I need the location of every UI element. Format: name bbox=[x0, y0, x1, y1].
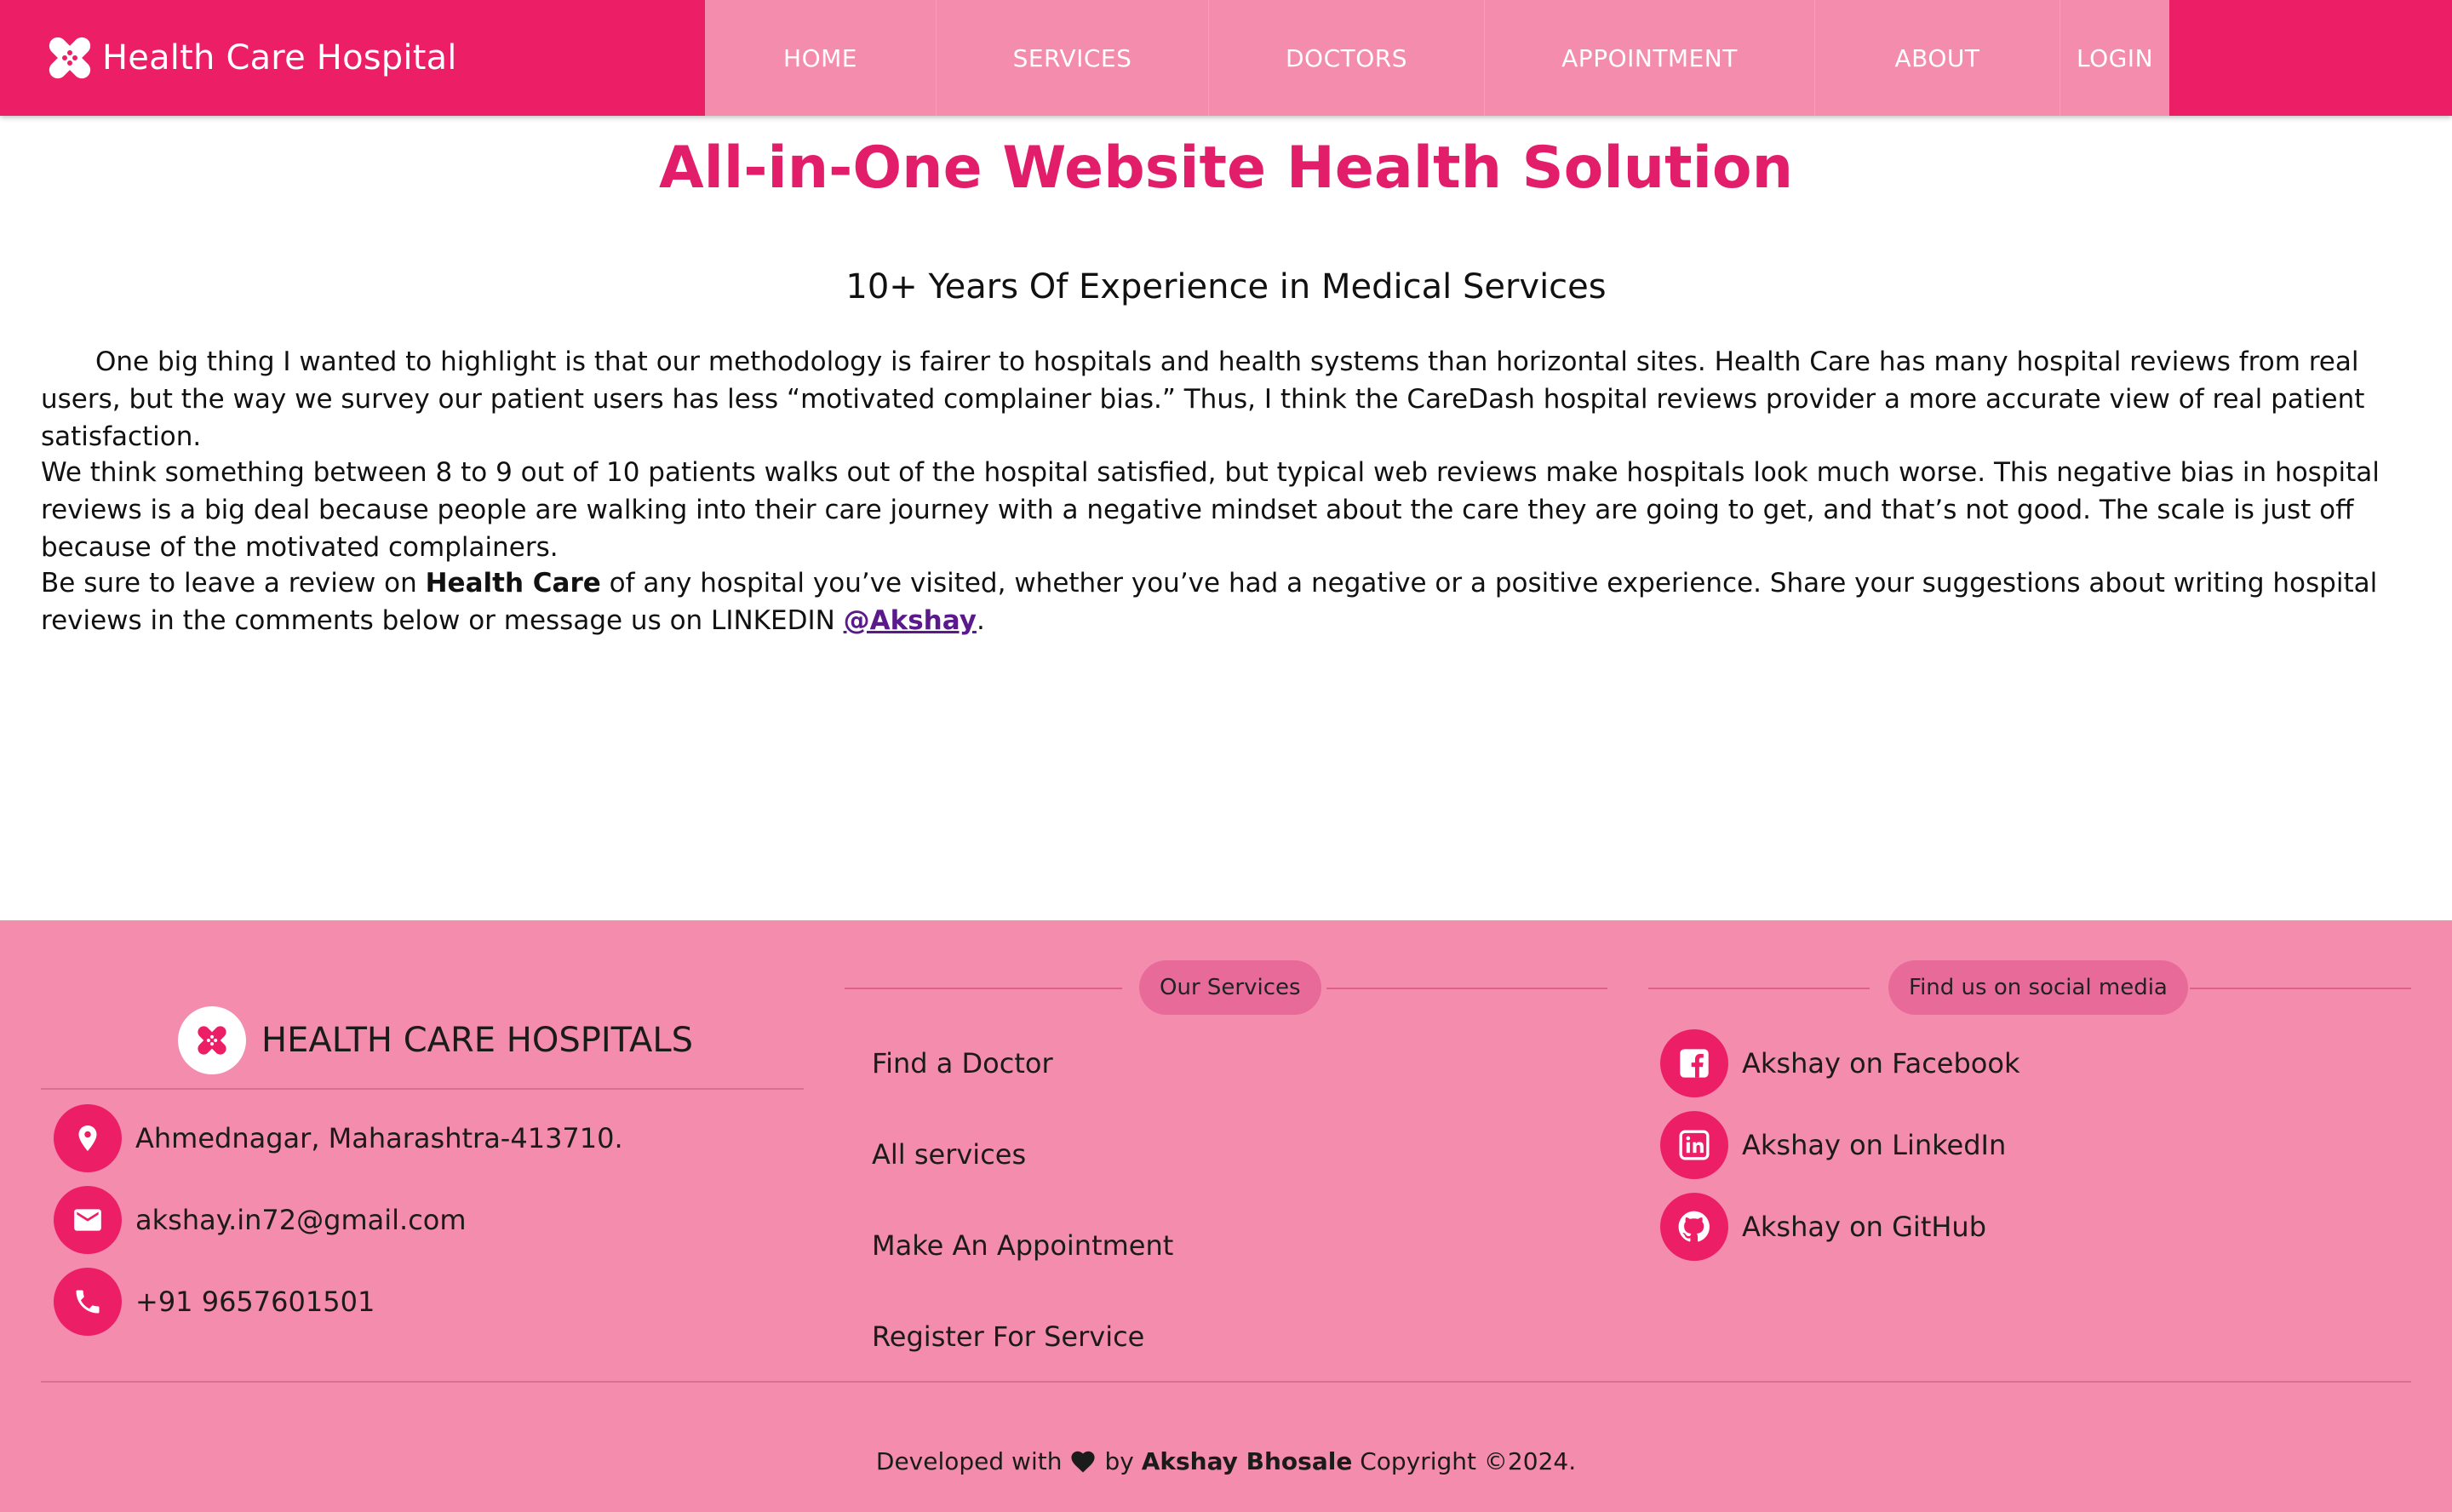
nav-home[interactable]: HOME bbox=[705, 0, 937, 116]
service-appointment-link[interactable]: Make An Appointment bbox=[872, 1229, 1173, 1262]
linkedin-link[interactable]: Akshay on LinkedIn bbox=[1660, 1111, 2006, 1179]
footer-brand: HEALTH CARE HOSPITALS bbox=[178, 1006, 693, 1074]
phone-icon bbox=[54, 1268, 122, 1336]
nav-menu: HOME SERVICES DOCTORS APPOINTMENT ABOUT … bbox=[705, 0, 2169, 116]
nav-doctors[interactable]: DOCTORS bbox=[1209, 0, 1485, 116]
intro-paragraph: One big thing I wanted to highlight is t… bbox=[41, 346, 2365, 452]
service-find-doctor-link[interactable]: Find a Doctor bbox=[872, 1047, 1053, 1080]
facebook-link[interactable]: Akshay on Facebook bbox=[1660, 1029, 2019, 1097]
contact-email[interactable]: akshay.in72@gmail.com bbox=[54, 1186, 467, 1254]
service-all-services-link[interactable]: All services bbox=[872, 1138, 1026, 1171]
location-pin-icon bbox=[54, 1104, 122, 1172]
brand-link[interactable]: Health Care Hospital bbox=[43, 31, 457, 85]
service-register-link[interactable]: Register For Service bbox=[872, 1320, 1144, 1353]
footer-logo bbox=[178, 1006, 246, 1074]
social-heading-line-left bbox=[1648, 988, 1870, 989]
review-paragraph: Be sure to leave a review on Health Care… bbox=[41, 568, 2378, 636]
nav-appointment[interactable]: APPOINTMENT bbox=[1485, 0, 1815, 116]
facebook-label: Akshay on Facebook bbox=[1742, 1047, 2020, 1080]
footer-bottom-divider bbox=[41, 1381, 2411, 1383]
github-link[interactable]: Akshay on GitHub bbox=[1660, 1193, 1986, 1261]
contact-phone[interactable]: +91 9657601501 bbox=[54, 1268, 375, 1336]
social-heading-line-right bbox=[2190, 988, 2411, 989]
social-heading: Find us on social media bbox=[1888, 960, 2188, 1015]
developer-credit: Developed with by Akshay Bhosale Copyrigh… bbox=[875, 1447, 1577, 1475]
satisfaction-paragraph: We think something between 8 to 9 out of… bbox=[41, 457, 2380, 563]
brand-name: Health Care Hospital bbox=[102, 38, 457, 77]
footer-brand-name: HEALTH CARE HOSPITALS bbox=[261, 1021, 694, 1060]
linkedin-akshay-link[interactable]: @Akshay bbox=[844, 605, 977, 636]
address-text: Ahmednagar, Maharashtra-413710. bbox=[135, 1122, 623, 1154]
linkedin-label: Akshay on LinkedIn bbox=[1742, 1129, 2007, 1161]
linkedin-icon bbox=[1660, 1111, 1728, 1179]
bandage-logo-icon bbox=[198, 1026, 226, 1055]
nav-about[interactable]: ABOUT bbox=[1815, 0, 2060, 116]
contact-address: Ahmednagar, Maharashtra-413710. bbox=[54, 1104, 623, 1172]
heart-icon bbox=[1071, 1451, 1096, 1473]
services-heading-line-left bbox=[845, 988, 1122, 989]
nav-services[interactable]: SERVICES bbox=[937, 0, 1209, 116]
email-text: akshay.in72@gmail.com bbox=[135, 1204, 467, 1236]
github-icon bbox=[1660, 1193, 1728, 1261]
page-title: All-in-One Website Health Solution bbox=[658, 135, 1794, 202]
health-care-bold: Health Care bbox=[425, 568, 601, 598]
phone-text: +91 9657601501 bbox=[135, 1286, 375, 1318]
mail-icon bbox=[54, 1186, 122, 1254]
developer-name: Akshay Bhosale bbox=[1141, 1447, 1353, 1475]
footer: HEALTH CARE HOSPITALS Ahmednagar, Mahara… bbox=[0, 920, 2452, 1512]
facebook-icon bbox=[1660, 1029, 1728, 1097]
copyright-text: Copyright ©2024. bbox=[1360, 1447, 1577, 1475]
services-heading-line-right bbox=[1326, 988, 1607, 989]
footer-brand-divider bbox=[41, 1088, 804, 1090]
services-heading: Our Services bbox=[1139, 960, 1321, 1015]
navbar: Health Care Hospital HOME SERVICES DOCTO… bbox=[0, 0, 2452, 116]
nav-login[interactable]: LOGIN bbox=[2060, 0, 2169, 116]
section-subtitle: 10+ Years Of Experience in Medical Servi… bbox=[845, 267, 1607, 306]
bandage-logo-icon bbox=[49, 37, 91, 79]
github-label: Akshay on GitHub bbox=[1742, 1211, 1987, 1243]
